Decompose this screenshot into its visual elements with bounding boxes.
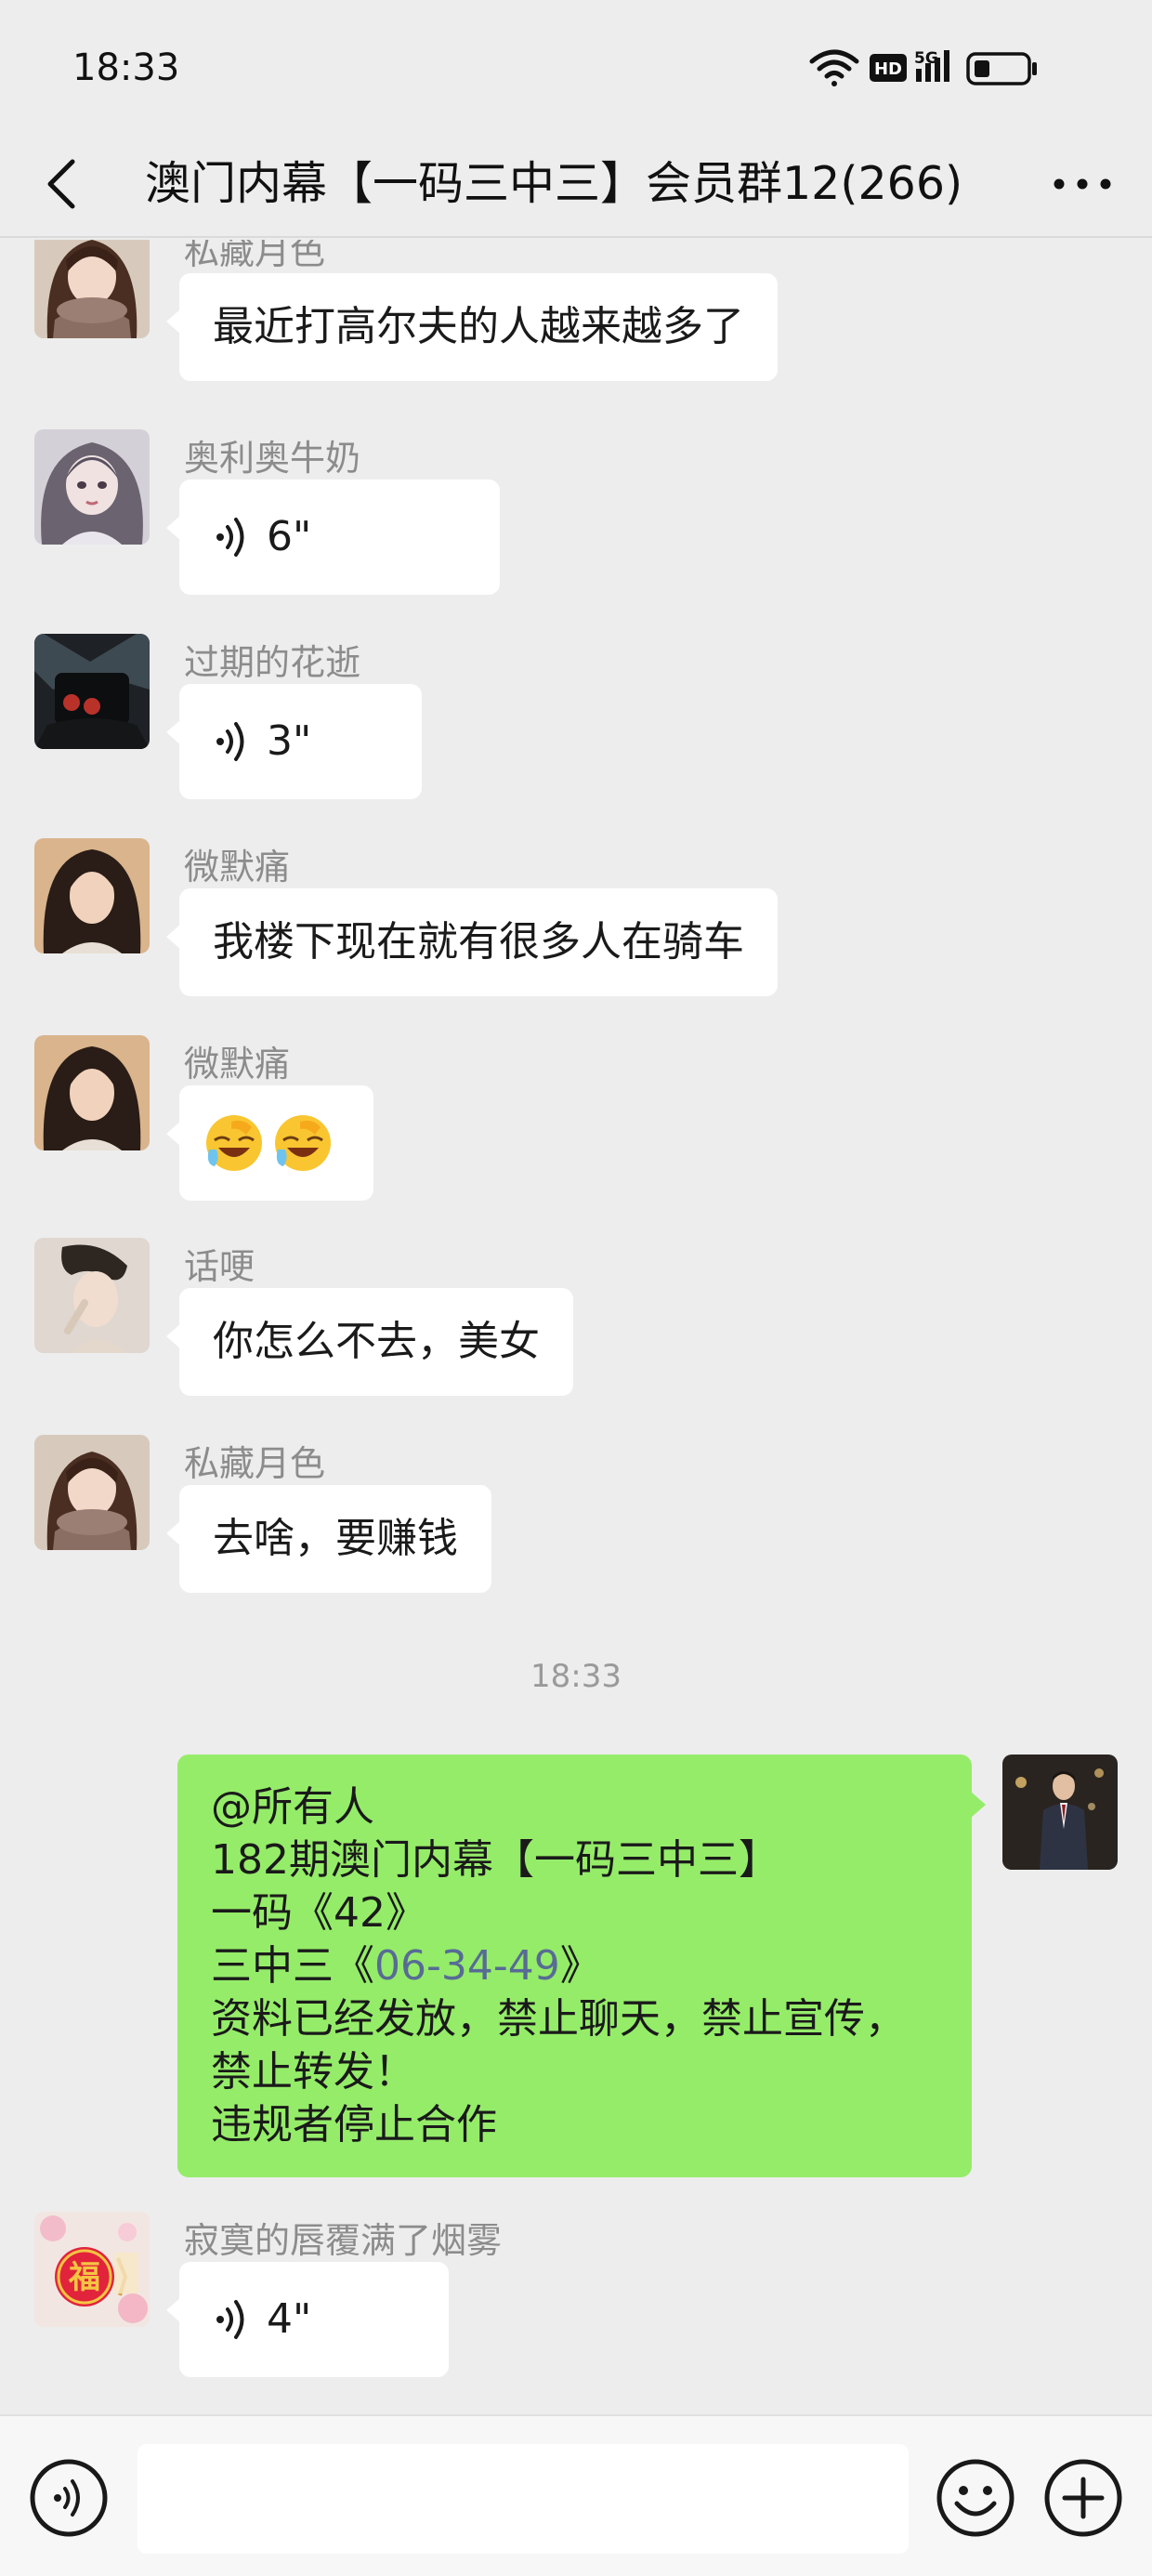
plus-circle-icon [1044,2459,1122,2537]
text-bubble[interactable]: 去啥，要赚钱 [166,1485,491,1593]
sender-name: 微默痛 [184,847,291,887]
sender-name: 私藏月色 [184,1443,326,1484]
svg-text:福: 福 [68,2259,100,2296]
message-text: 去啥，要赚钱 [213,1515,458,1562]
facepalm-laugh-emoji [275,1115,331,1171]
voice-wave-icon [216,722,244,761]
emoji-bubble[interactable] [166,1085,373,1201]
chevron-left-icon [47,159,75,209]
avatar[interactable] [34,634,150,749]
battery-icon [966,52,1037,85]
voice-wave-icon [216,518,244,557]
sender-name: 微默痛 [184,1044,291,1084]
hd-icon: HD [870,54,907,82]
voice-bubble[interactable]: 4" [166,2262,449,2377]
avatar[interactable] [34,1238,150,1353]
voice-duration: 3" [267,717,312,765]
text-bubble[interactable]: 最近打高尔夫的人越来越多了 [166,273,778,381]
sender-name: 私藏月色 [184,240,326,272]
plus-button[interactable] [1042,2457,1124,2539]
message-line: 182期澳门内幕【一码三中三】 [211,1836,779,1884]
status-time: 18:33 [72,46,180,89]
more-button[interactable] [1050,162,1115,206]
emoji-icon [936,2459,1015,2537]
voice-input-button[interactable] [28,2457,110,2539]
message-line: 禁止转发！ [211,2048,415,2096]
5g-signal-icon: 5G [914,49,949,82]
avatar[interactable] [34,1435,150,1550]
text-bubble[interactable]: 你怎么不去，美女 [166,1288,573,1396]
message-line: 三中三《06-34-49》 [211,1939,940,1992]
status-icons: HD 5G [808,46,1068,91]
avatar[interactable] [34,429,150,545]
time-divider: 18:33 [530,1658,622,1695]
voice-duration: 4" [267,2295,312,2343]
voice-bubble[interactable]: 6" [166,480,500,595]
sender-name: 寂寞的唇覆满了烟雾 [184,2220,503,2261]
line-prefix: 三中三《 [211,1942,374,1990]
message-text: 你怎么不去，美女 [213,1318,540,1365]
self-text-bubble[interactable]: @所有人 182期澳门内幕【一码三中三】 一码《42》 三中三《06-34-49… [177,1755,986,2177]
message-text: 我楼下现在就有很多人在骑车 [213,918,744,966]
number-link[interactable]: 06-34-49 [374,1942,560,1990]
more-dots-icon [1054,178,1111,190]
input-bar [0,2414,1152,2576]
voice-input-icon [30,2459,108,2537]
message-input[interactable] [137,2444,909,2554]
self-avatar[interactable] [1002,1755,1118,1870]
chat-header: 澳门内幕【一码三中三】会员群12(266) [0,130,1152,238]
sender-name: 话哽 [184,1246,255,1287]
line-suffix: 》 [559,1942,601,1990]
facepalm-laugh-emoji [206,1115,262,1171]
message-line: @所有人 [211,1783,374,1831]
avatar[interactable] [34,1035,150,1150]
message-list[interactable]: 私藏月色 最近打高尔夫的人越来越多了 奥利奥牛奶 6" 过期的花逝 3" 微默痛… [0,240,1152,2414]
svg-text:HD: HD [874,59,902,79]
status-bar: 18:33 HD 5G [0,0,1152,130]
voice-wave-icon [216,2300,244,2339]
text-bubble[interactable]: 我楼下现在就有很多人在骑车 [166,888,778,996]
voice-duration: 6" [267,513,312,560]
sender-name: 奥利奥牛奶 [184,438,361,479]
wifi-icon [809,49,859,86]
chat-title: 澳门内幕【一码三中三】会员群12(266) [145,157,963,210]
voice-bubble[interactable]: 3" [166,684,422,799]
sender-name: 过期的花逝 [184,642,361,683]
message-text: 最近打高尔夫的人越来越多了 [213,303,744,350]
emoji-button[interactable] [935,2457,1016,2539]
message-line: 一码《42》 [211,1889,426,1937]
avatar[interactable]: 福 [34,2212,150,2327]
back-button[interactable] [35,152,91,216]
avatar[interactable] [34,240,150,338]
message-line: 资料已经发放，禁止聊天，禁止宣传， [211,1995,906,2043]
message-line: 违规者停止合作 [211,2101,497,2149]
avatar[interactable] [34,838,150,953]
